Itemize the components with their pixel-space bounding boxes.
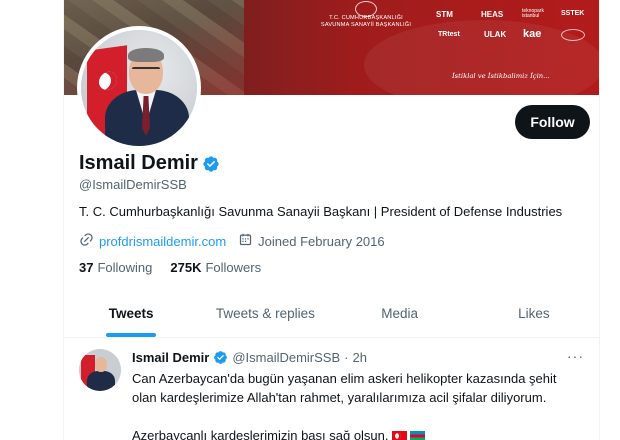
profile-tabs: Tweets Tweets & replies Media Likes xyxy=(64,290,599,338)
profile-handle: @IsmailDemirSSB xyxy=(79,177,187,192)
tweet-avatar-suit xyxy=(87,371,115,391)
tweet-line-1: Can Azerbaycan'da bugün yaşanan elim ask… xyxy=(132,371,557,386)
avatar-hair xyxy=(128,48,164,62)
turkey-flag-emoji xyxy=(391,431,407,440)
logo-ulak: ULAK xyxy=(484,30,507,39)
institution-line2: SAVUNMA SANAYİİ BAŞKANLIĞI xyxy=(320,22,412,28)
profile-name-row: Ismail Demir xyxy=(79,152,220,175)
link-icon xyxy=(79,232,94,250)
followers-label: Followers xyxy=(205,260,262,275)
verified-icon[interactable] xyxy=(202,155,220,173)
verified-icon xyxy=(213,350,228,365)
more-icon[interactable]: ··· xyxy=(567,348,584,364)
banner-slogan: İstiklal ve İstikbalimiz İçin... xyxy=(452,72,550,80)
logo-trtest: TRtest xyxy=(438,31,460,38)
tweet-timestamp[interactable]: 2h xyxy=(353,350,367,365)
profile-avatar[interactable] xyxy=(77,26,201,150)
institution-line1: T.C. CUMHURBAŞKANLIĞI xyxy=(329,15,403,21)
logo-teknopark: teknopark istanbul xyxy=(522,8,544,19)
tweet-author-handle[interactable]: @IsmailDemirSSB xyxy=(232,350,340,365)
following-stat[interactable]: 37 Following xyxy=(79,260,152,275)
profile-column: T.C. CUMHURBAŞKANLIĞI SAVUNMA SANAYİİ BA… xyxy=(63,0,600,440)
flag-crescent xyxy=(99,70,117,92)
tweet-line-3-text: Azerbaycanlı kardeşlerimizin başı sağ ol… xyxy=(132,428,389,440)
tab-tweets[interactable]: Tweets xyxy=(64,290,198,337)
tab-likes[interactable]: Likes xyxy=(467,290,599,337)
tweet-line-3: Azerbaycanlı kardeşlerimizin başı sağ ol… xyxy=(132,426,592,440)
logo-sstek: SSTEK xyxy=(561,10,585,17)
azerbaijan-flag-emoji xyxy=(409,431,425,440)
tab-media[interactable]: Media xyxy=(333,290,467,337)
logo-kae: kae xyxy=(523,28,542,40)
display-name: Ismail Demir xyxy=(79,152,198,174)
tweet-avatar-head xyxy=(95,357,107,372)
tweet-avatar[interactable] xyxy=(79,349,121,391)
profile-stats: 37 Following 275K Followers xyxy=(79,260,261,275)
following-count: 37 xyxy=(79,260,94,275)
banner-institution: T.C. CUMHURBAŞKANLIĞI SAVUNMA SANAYİİ BA… xyxy=(286,15,446,29)
tweet-line-2: olan kardeşlerimize Allah'tan rahmet, ya… xyxy=(132,390,547,405)
profile-meta: profdrismaildemir.com Joined February 20… xyxy=(79,232,385,250)
profile-joined-date: Joined February 2016 xyxy=(258,233,385,249)
logo-heas: HEAS xyxy=(481,10,504,19)
tab-tweets-replies[interactable]: Tweets & replies xyxy=(198,290,332,337)
followers-count: 275K xyxy=(170,260,202,275)
profile-website-link[interactable]: profdrismaildemir.com xyxy=(99,234,226,249)
logo-stm: STM xyxy=(436,10,453,19)
calendar-icon xyxy=(238,232,253,250)
tweet-header: Ismail Demir @IsmailDemirSSB · 2h xyxy=(132,350,367,365)
tweet-author-name[interactable]: Ismail Demir xyxy=(132,350,209,365)
following-label: Following xyxy=(97,260,153,275)
tweet-separator: · xyxy=(344,350,349,365)
tweet-text: Can Azerbaycan'da bugün yaşanan elim ask… xyxy=(132,369,592,440)
logo-emblem-small-icon xyxy=(561,29,585,41)
tweet-item[interactable]: Ismail Demir @IsmailDemirSSB · 2h ··· Ca… xyxy=(64,339,599,440)
follow-button[interactable]: Follow xyxy=(515,105,590,139)
avatar-glasses xyxy=(132,67,160,73)
profile-bio: T. C. Cumhurbaşkanlığı Savunma Sanayii B… xyxy=(79,204,563,219)
followers-stat[interactable]: 275K Followers xyxy=(170,260,261,275)
